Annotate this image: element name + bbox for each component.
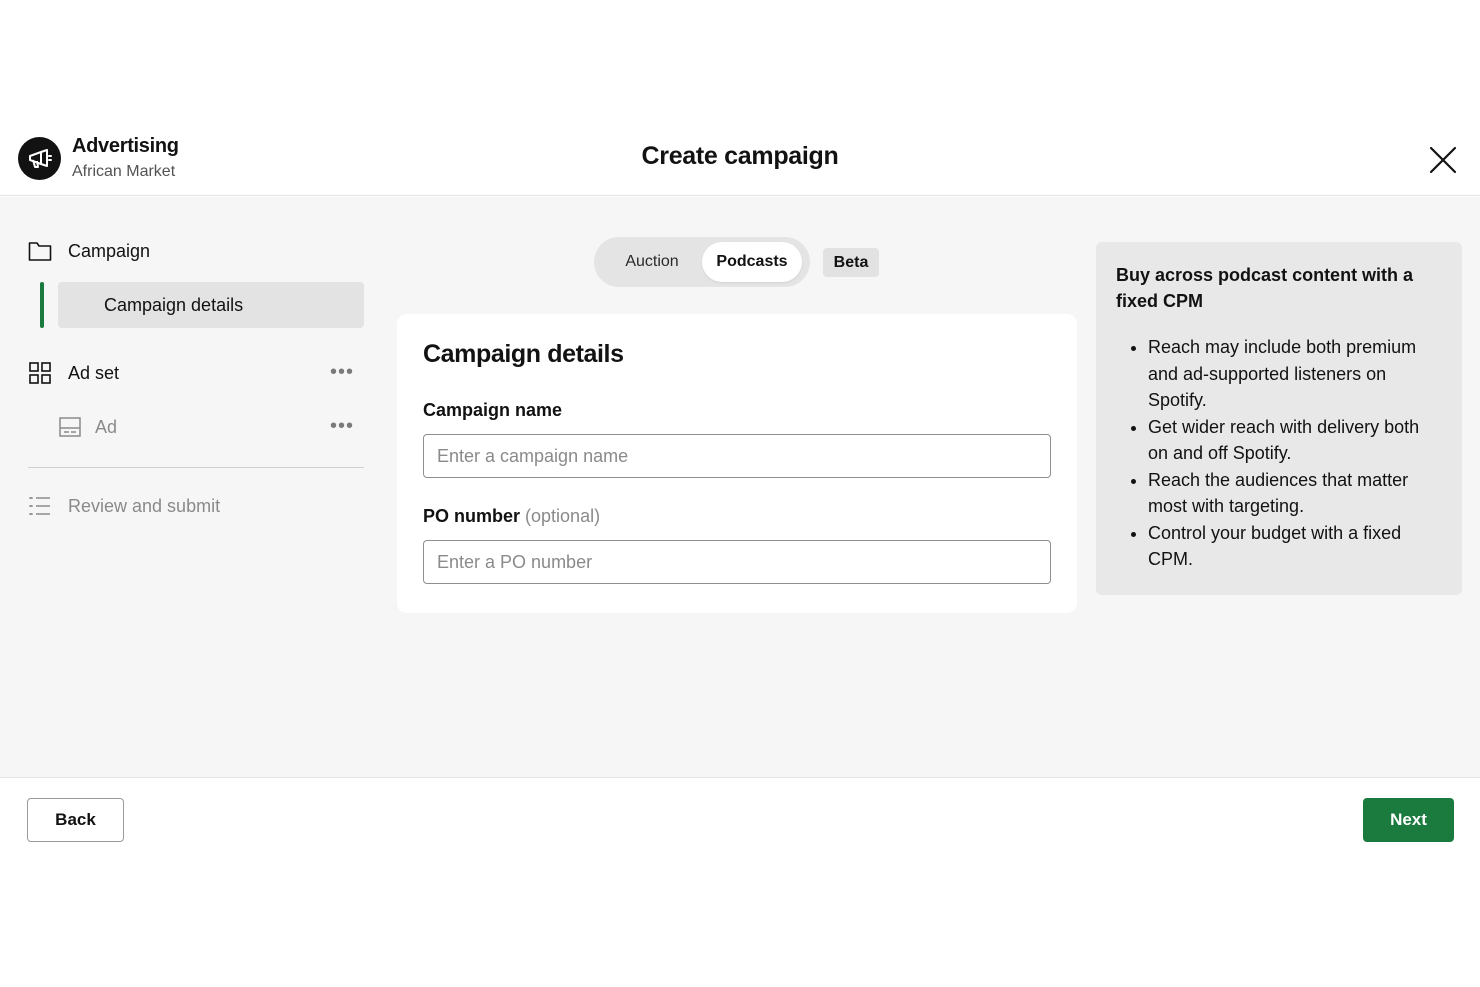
beta-badge: Beta: [823, 248, 879, 277]
campaign-name-input[interactable]: [423, 434, 1051, 478]
sidebar-item-ad[interactable]: Ad: [58, 415, 117, 439]
create-campaign-app: Advertising African Market Create campai…: [0, 0, 1480, 987]
info-bullet: Reach the audiences that matter most wit…: [1148, 467, 1442, 520]
ad-icon: [58, 415, 82, 439]
sidebar-item-label: Ad set: [68, 362, 120, 383]
ad-more-button[interactable]: •••: [330, 415, 354, 438]
active-indicator: [40, 282, 44, 328]
ad-set-more-button[interactable]: •••: [330, 361, 354, 384]
sidebar-divider: [28, 467, 364, 468]
footer: Back Next: [0, 777, 1480, 867]
sidebar-item-label: Ad: [95, 416, 118, 437]
page-title: Create campaign: [641, 142, 839, 170]
sidebar-item-label: Campaign: [68, 240, 151, 261]
info-bullet: Reach may include both premium and ad-su…: [1148, 334, 1442, 414]
toggle-auction[interactable]: Auction: [602, 242, 702, 282]
buying-type-toggle: Auction Podcasts: [594, 237, 810, 287]
sidebar-item-campaign-details[interactable]: Campaign details: [58, 282, 364, 328]
info-panel: Buy across podcast content with a fixed …: [1096, 242, 1462, 595]
grid-icon: [28, 361, 52, 385]
sidebar-item-campaign[interactable]: Campaign: [28, 239, 150, 263]
close-icon: [1429, 146, 1457, 174]
campaign-name-label-text: Campaign name: [423, 400, 563, 420]
list-icon: [28, 494, 52, 518]
po-number-label: PO number (optional): [423, 506, 600, 527]
campaign-name-label: Campaign name: [423, 400, 562, 421]
info-bullet: Control your budget with a fixed CPM.: [1148, 520, 1442, 573]
sidebar-item-ad-set[interactable]: Ad set: [28, 361, 119, 385]
optional-hint: (optional): [525, 506, 601, 526]
main-body: Campaign Campaign details Ad set ••• Ad …: [0, 197, 1480, 777]
info-bullet: Get wider reach with delivery both on an…: [1148, 414, 1442, 467]
po-number-label-text: PO number: [423, 506, 521, 526]
header: Advertising African Market Create campai…: [0, 120, 1480, 196]
sidebar-item-label: Review and submit: [68, 495, 221, 516]
campaign-details-card: Campaign details Campaign name PO number…: [397, 314, 1077, 613]
sidebar-item-label: Campaign details: [104, 294, 244, 315]
info-list: Reach may include both premium and ad-su…: [1116, 334, 1442, 573]
folder-icon: [28, 239, 52, 263]
po-number-input[interactable]: [423, 540, 1051, 584]
next-button[interactable]: Next: [1363, 798, 1454, 842]
toggle-podcasts[interactable]: Podcasts: [702, 242, 802, 282]
back-button[interactable]: Back: [27, 798, 124, 842]
sidebar: Campaign Campaign details Ad set ••• Ad …: [0, 197, 380, 777]
sidebar-item-review-and-submit[interactable]: Review and submit: [28, 494, 220, 518]
close-button[interactable]: [1427, 144, 1459, 176]
info-title: Buy across podcast content with a fixed …: [1116, 265, 1414, 311]
card-title: Campaign details: [423, 340, 624, 368]
